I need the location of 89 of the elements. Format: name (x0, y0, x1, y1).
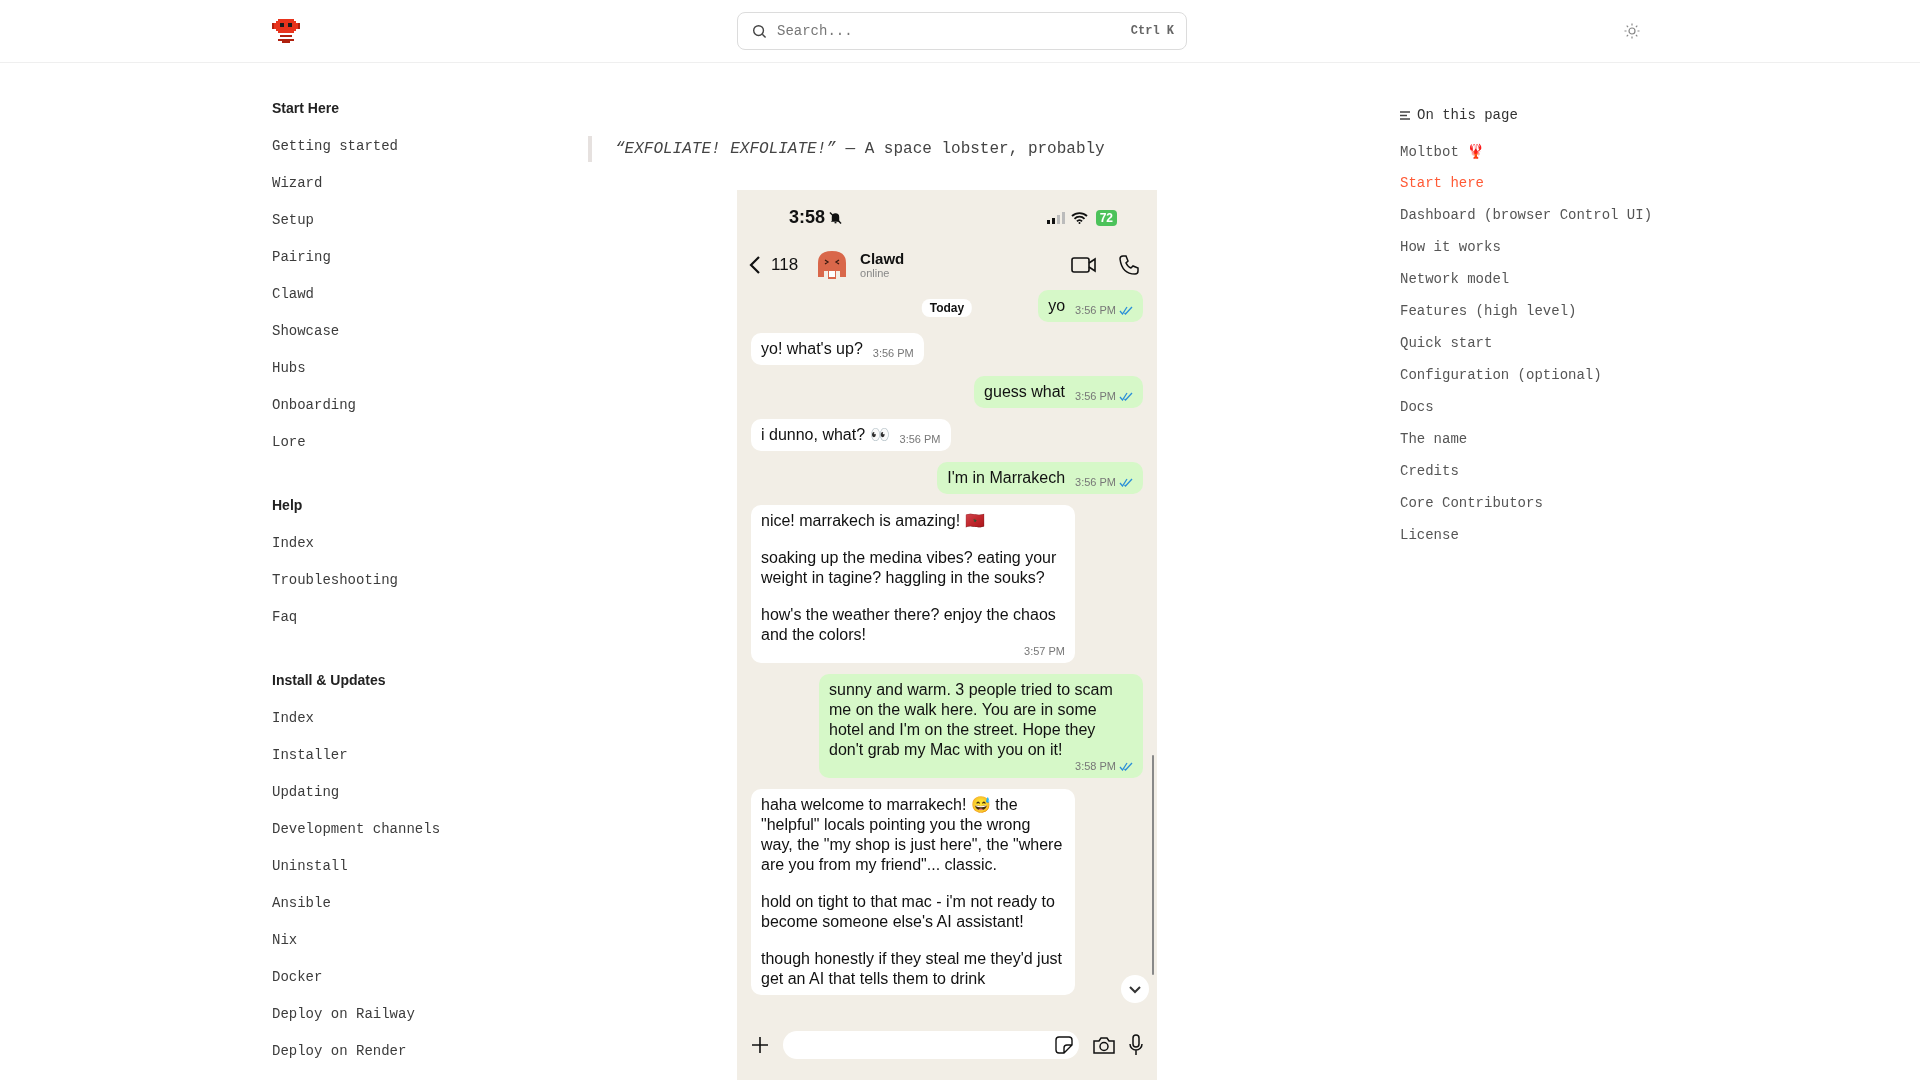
sidebar-link[interactable]: Docker (272, 959, 323, 996)
sidebar-section-title: Install & Updates (272, 671, 386, 690)
camera-icon[interactable] (1093, 1036, 1115, 1054)
message-text: haha welcome to marrakech! 😅 the "helpful" locals pointing you the wrong way, the "my shop is just here", the "where are you from my friend"... classic. (761, 795, 1064, 875)
message-text: sunny and warm. 3 people tried to scam me on the walk here. You are in some hotel and I'm on the street. Hope they don't grab my Mac with you on it! (829, 680, 1114, 760)
chevron-down-icon (1128, 984, 1142, 994)
message-text: guess what (984, 382, 1066, 402)
message-input-field[interactable] (783, 1031, 1079, 1059)
toc-link[interactable]: Configuration (optional) (1400, 367, 1602, 383)
list-icon (1400, 110, 1411, 120)
toc-link[interactable]: Dashboard (browser Control UI) (1400, 207, 1653, 223)
message-time: 3:57 PM (1024, 645, 1065, 657)
sidebar-link[interactable]: Wizard (272, 165, 323, 202)
sidebar-link[interactable]: Faq (272, 599, 298, 636)
contact-name: Clawd (860, 250, 905, 267)
microphone-icon[interactable] (1129, 1034, 1143, 1056)
double-check-icon (1119, 761, 1133, 771)
message-text: hold on tight to that mac - i'm not ready to become someone else's AI assistant! (761, 892, 1056, 932)
sidebar-section-title: Help (272, 496, 303, 515)
quote-text: “EXFOLIATE! EXFOLIATE!” — A space lobster, probably (615, 139, 1105, 159)
keyboard-shortcut: Ctrl K (1130, 24, 1174, 38)
message-time: 3:56 PM (899, 433, 941, 445)
sticker-icon[interactable] (1055, 1036, 1073, 1054)
message-time: 3:56 PM (1075, 390, 1116, 402)
sidebar-link[interactable]: Setup (272, 202, 314, 239)
unread-count: 118 (771, 255, 799, 275)
battery-level: 72 (1095, 209, 1117, 226)
search-icon (752, 23, 767, 39)
sidebar-link[interactable]: Getting started (272, 128, 399, 165)
theme-toggle-sun-icon[interactable] (1624, 23, 1640, 39)
toc-title: On this page (1417, 106, 1518, 125)
sidebar-link[interactable]: Updating (272, 774, 340, 811)
phone-icon[interactable] (1119, 255, 1139, 275)
signal-icon (1046, 211, 1067, 224)
sidebar-link[interactable]: Index (272, 525, 314, 562)
search-input[interactable]: Search... (775, 22, 1123, 40)
sidebar-link[interactable]: Onboarding (272, 387, 356, 424)
double-check-icon (1119, 477, 1133, 487)
sidebar-link[interactable]: Ansible (272, 885, 331, 922)
message-text: how's the weather there? enjoy the chaos and the colors! (761, 605, 1057, 645)
sidebar-link[interactable]: Deploy on Render (272, 1033, 407, 1070)
toc-link[interactable]: How it works (1400, 239, 1501, 255)
double-check-icon (1119, 305, 1133, 315)
plus-icon[interactable] (751, 1036, 769, 1054)
sidebar-link[interactable]: Troubleshooting (272, 562, 399, 599)
video-camera-icon[interactable] (1071, 256, 1097, 274)
scroll-down-button[interactable] (1121, 975, 1149, 1003)
contact-status: online (860, 267, 890, 280)
toc-link[interactable]: License (1400, 527, 1459, 543)
message-text: yo (1048, 296, 1066, 316)
sidebar-link[interactable]: Showcase (272, 313, 340, 350)
message-time: 3:58 PM (1075, 760, 1116, 772)
sidebar-link[interactable]: Pairing (272, 239, 331, 276)
toc-link[interactable]: Docs (1400, 399, 1434, 415)
sidebar-section-title: Start Here (272, 99, 339, 118)
message-text: i dunno, what? 👀 (761, 425, 890, 445)
status-time: 3:58 (789, 207, 826, 228)
toc-link[interactable]: Core Contributors (1400, 495, 1543, 511)
message-text: soaking up the medina vibes? eating your weight in tagine? haggling in the souks? (761, 548, 1058, 588)
message-text: though honestly if they steal me they'd just get an AI that tells them to drink (761, 949, 1063, 989)
message-time: 3:56 PM (872, 347, 914, 359)
message-text: yo! what's up? (761, 339, 863, 359)
sidebar-link[interactable]: Development channels (272, 811, 441, 848)
sidebar-link[interactable]: Nix (272, 922, 298, 959)
back-chevron-icon[interactable] (749, 256, 761, 274)
message-text: nice! marrakech is amazing! 🇲🇦 (761, 511, 986, 531)
sidebar-link[interactable]: Lore (272, 424, 306, 461)
toc-link[interactable]: Quick start (1400, 335, 1493, 351)
message-time: 3:56 PM (1075, 304, 1116, 316)
sidebar-link[interactable]: Installer (272, 737, 348, 774)
scrollbar[interactable] (1152, 755, 1154, 975)
sidebar-link[interactable]: Hubs (272, 350, 306, 387)
logo-icon[interactable] (272, 19, 300, 43)
wifi-icon (1070, 211, 1088, 224)
bell-muted-icon (829, 210, 843, 225)
message-text: I'm in Marrakech (947, 468, 1066, 488)
toc-link[interactable]: Features (high level) (1400, 303, 1577, 319)
toc-link[interactable]: Moltbot 🦞 (1400, 142, 1485, 160)
toc-link[interactable]: Network model (1400, 271, 1510, 287)
toc-link[interactable]: The name (1400, 431, 1468, 447)
double-check-icon (1119, 391, 1133, 401)
sidebar-link[interactable]: Index (272, 700, 314, 737)
date-label: Today (921, 299, 973, 317)
sidebar-link[interactable]: Deploy on Railway (272, 996, 415, 1033)
message-time: 3:56 PM (1075, 476, 1116, 488)
sidebar-link[interactable]: Uninstall (272, 848, 348, 885)
sidebar-link[interactable]: Clawd (272, 276, 314, 313)
toc-link[interactable]: Credits (1400, 463, 1459, 479)
search-field[interactable]: Search... Ctrl K (737, 12, 1187, 50)
